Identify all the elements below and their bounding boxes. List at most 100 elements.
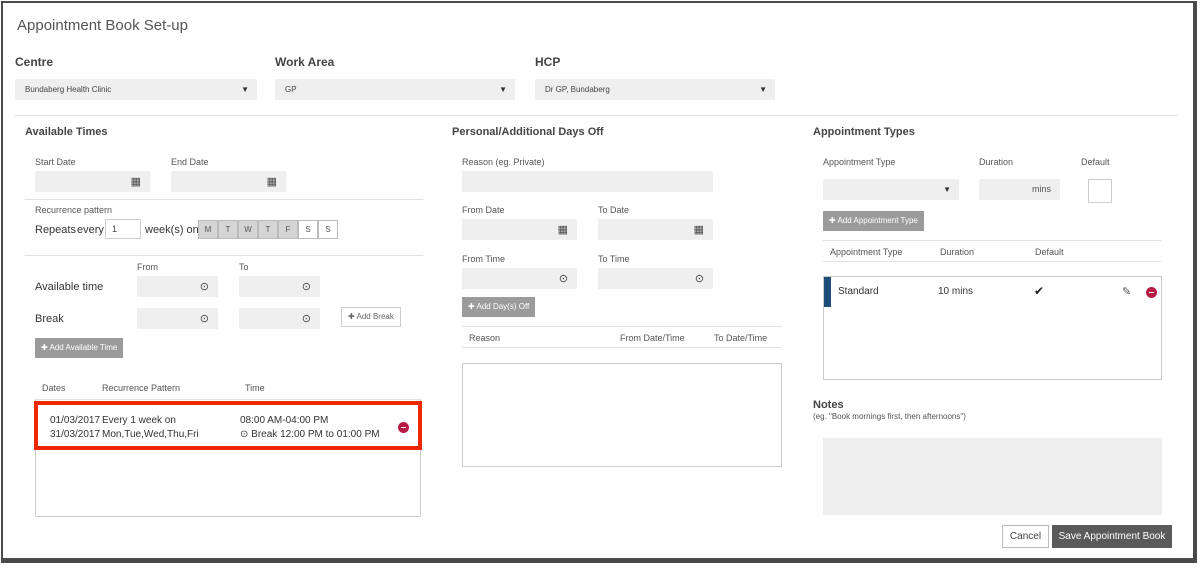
work-area-select[interactable]: GP ▼ [275, 79, 515, 100]
divider [823, 240, 1161, 241]
clock-icon[interactable]: ⊙ [200, 280, 209, 293]
day-toggle-sunday[interactable]: S [318, 220, 338, 239]
mins-suffix: mins [1031, 184, 1051, 194]
hcp-select[interactable]: Dr GP, Bundaberg ▼ [535, 79, 775, 100]
days-off-table-body [462, 363, 782, 467]
col-header-appointment-type: Appointment Type [830, 247, 903, 257]
col-header-time: Time [245, 383, 265, 393]
centre-label: Centre [15, 55, 54, 69]
centre-value: Bundaberg Health Clinic [25, 85, 112, 94]
recurrence-label: Recurrence pattern [35, 205, 113, 215]
row-end-date: 31/03/2017 [50, 429, 101, 440]
add-days-off-button[interactable]: ✚ Add Day(s) Off [462, 297, 536, 317]
clock-icon[interactable]: ⊙ [302, 280, 311, 293]
from-time-input[interactable]: ⊙ [462, 268, 577, 289]
available-to-time-input[interactable]: ⊙ [239, 276, 320, 297]
from-date-label: From Date [462, 205, 505, 215]
work-area-label: Work Area [275, 55, 335, 69]
col-header-default: Default [1035, 247, 1064, 257]
remove-icon[interactable] [1146, 287, 1157, 298]
to-time-input[interactable]: ⊙ [598, 268, 713, 289]
add-appointment-type-label: Add Appointment Type [837, 216, 918, 225]
notes-textarea[interactable] [823, 438, 1162, 515]
calendar-icon[interactable]: ▦ [694, 223, 704, 236]
save-appointment-book-button[interactable]: Save Appointment Book [1052, 525, 1172, 548]
from-label: From [137, 262, 158, 272]
remove-icon[interactable] [398, 422, 409, 433]
divider [15, 115, 1179, 116]
dialog-frame: Appointment Book Set-up Centre Bundaberg… [1, 1, 1197, 563]
divider [462, 326, 782, 327]
appointment-types-heading: Appointment Types [813, 126, 915, 138]
default-label: Default [1081, 157, 1110, 167]
available-from-time-input[interactable]: ⊙ [137, 276, 218, 297]
calendar-icon[interactable]: ▦ [558, 223, 568, 236]
clock-icon[interactable]: ⊙ [200, 312, 209, 325]
every-label: every [77, 224, 104, 236]
clock-icon[interactable]: ⊙ [302, 312, 311, 325]
reason-input[interactable] [462, 171, 713, 192]
default-checkbox[interactable] [1088, 179, 1112, 203]
days-off-heading: Personal/Additional Days Off [452, 126, 604, 138]
start-date-input[interactable]: ▦ [35, 171, 150, 192]
caret-down-icon: ▼ [943, 185, 951, 194]
from-date-input[interactable]: ▦ [462, 219, 577, 240]
end-date-label: End Date [171, 157, 209, 167]
day-toggle-wednesday[interactable]: W [238, 220, 258, 239]
break-label: Break [35, 313, 64, 325]
col-header-reason: Reason [469, 333, 501, 343]
divider [823, 261, 1161, 262]
day-toggle-friday[interactable]: F [278, 220, 298, 239]
weekday-selector: M T W T F S S [198, 220, 338, 239]
caret-down-icon: ▼ [759, 85, 767, 94]
cancel-button[interactable]: Cancel [1002, 525, 1049, 548]
row-start-date: 01/03/2017 [50, 415, 101, 426]
to-label: To [239, 262, 249, 272]
day-toggle-monday[interactable]: M [198, 220, 218, 239]
edit-icon[interactable]: ✎ [1122, 285, 1131, 298]
add-available-time-label: Add Available Time [49, 343, 118, 352]
calendar-icon[interactable]: ▦ [131, 175, 141, 188]
col-header-from-datetime: From Date/Time [620, 333, 685, 343]
row-appointment-type: Standard [838, 286, 879, 297]
clock-icon[interactable]: ⊙ [695, 272, 704, 285]
table-row[interactable]: Standard 10 mins ✔ ✎ [824, 277, 1161, 307]
clock-icon: ⊙ [240, 429, 252, 440]
add-available-time-button[interactable]: ✚ Add Available Time [35, 338, 124, 358]
from-time-label: From Time [462, 254, 506, 264]
row-duration: 10 mins [938, 286, 974, 297]
appointment-type-select[interactable]: ▼ [823, 179, 959, 200]
centre-select[interactable]: Bundaberg Health Clinic ▼ [15, 79, 257, 100]
table-row[interactable]: 01/03/2017 31/03/2017 Every 1 week on Mo… [36, 403, 420, 448]
add-break-button[interactable]: ✚ Add Break [341, 307, 401, 327]
break-from-time-input[interactable]: ⊙ [137, 308, 218, 329]
start-date-label: Start Date [35, 157, 76, 167]
day-toggle-tuesday[interactable]: T [218, 220, 238, 239]
available-time-label: Available time [35, 281, 104, 293]
caret-down-icon: ▼ [241, 85, 249, 94]
row-time: 08:00 AM-04:00 PM [240, 415, 329, 426]
col-header-dates: Dates [42, 383, 66, 393]
col-header-recurrence: Recurrence Pattern [102, 383, 181, 393]
day-toggle-thursday[interactable]: T [258, 220, 278, 239]
row-accent-bar [824, 277, 831, 307]
end-date-input[interactable]: ▦ [171, 171, 286, 192]
add-appointment-type-button[interactable]: ✚ Add Appointment Type [823, 211, 924, 231]
repeats-label: Repeats [35, 224, 76, 236]
every-weeks-input[interactable]: 1 [105, 219, 141, 239]
hcp-label: HCP [535, 55, 561, 69]
row-break-text: Break 12:00 PM to 01:00 PM [251, 429, 380, 440]
to-date-label: To Date [598, 205, 630, 215]
duration-input[interactable]: mins [979, 179, 1060, 200]
reason-label: Reason (eg. Private) [462, 157, 545, 167]
available-times-heading: Available Times [25, 126, 108, 138]
col-header-to-datetime: To Date/Time [714, 333, 768, 343]
table-header-divider [35, 399, 421, 400]
break-to-time-input[interactable]: ⊙ [239, 308, 320, 329]
checkmark-icon: ✔ [1034, 284, 1045, 298]
add-break-label: Add Break [356, 312, 394, 321]
day-toggle-saturday[interactable]: S [298, 220, 318, 239]
to-date-input[interactable]: ▦ [598, 219, 713, 240]
clock-icon[interactable]: ⊙ [559, 272, 568, 285]
calendar-icon[interactable]: ▦ [267, 175, 277, 188]
